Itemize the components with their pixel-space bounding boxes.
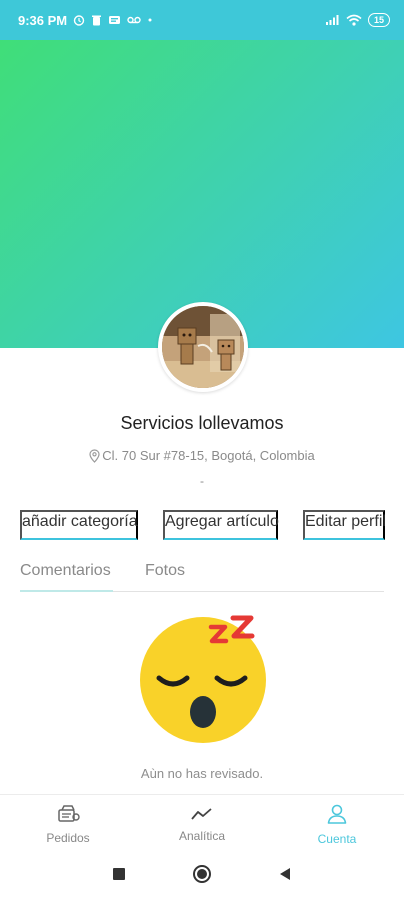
empty-state-message: Aùn no has revisado. xyxy=(140,766,264,781)
alarm-icon xyxy=(73,14,85,26)
circle-icon xyxy=(192,864,212,889)
status-bar: 9:36 PM 15 xyxy=(0,0,404,40)
bottom-navigation: Pedidos Analítica Cuenta xyxy=(0,794,404,852)
home-button[interactable] xyxy=(192,864,212,889)
location-pin-icon xyxy=(89,448,100,463)
sleeping-emoji-icon xyxy=(137,608,269,744)
profile-tabs: Comentarios Fotos xyxy=(20,556,384,592)
shop-name: Servicios lollevamos xyxy=(120,413,284,433)
analytics-icon xyxy=(190,806,214,825)
dot-icon xyxy=(147,17,153,23)
system-navigation-bar xyxy=(0,852,404,900)
address-text: Cl. 70 Sur #78-15, Bogotá, Colombia xyxy=(102,448,315,463)
notification-icon xyxy=(108,14,121,26)
battery-level: 15 xyxy=(373,14,384,25)
nav-analytics-label: Analítica xyxy=(178,828,226,843)
nav-orders[interactable]: Pedidos xyxy=(8,795,128,853)
account-icon xyxy=(326,803,348,828)
back-button[interactable] xyxy=(275,866,295,886)
trash-icon xyxy=(91,14,102,26)
nav-analytics[interactable]: Analítica xyxy=(142,795,262,853)
signal-icon xyxy=(325,14,340,26)
orders-icon xyxy=(56,804,80,827)
battery-icon: 15 xyxy=(367,13,390,27)
status-time: 9:36 PM xyxy=(18,12,68,28)
tab-comments[interactable]: Comentarios xyxy=(20,556,113,592)
voicemail-icon xyxy=(127,15,141,25)
avatar[interactable] xyxy=(158,302,248,392)
profile-actions: añadir categoría Agregar artículo Editar… xyxy=(0,510,404,542)
square-icon xyxy=(113,867,125,885)
profile-extra: - xyxy=(200,474,204,488)
back-triangle-icon xyxy=(278,867,292,886)
edit-profile-button[interactable]: Editar perfil xyxy=(303,510,386,540)
nav-account[interactable]: Cuenta xyxy=(277,795,397,853)
add-category-button[interactable]: añadir categoría xyxy=(20,510,138,540)
wifi-icon xyxy=(346,14,362,26)
avatar-image xyxy=(162,306,244,388)
nav-account-label: Cuenta xyxy=(317,831,357,846)
tab-photos[interactable]: Fotos xyxy=(145,556,185,592)
shop-address: Cl. 70 Sur #78-15, Bogotá, Colombia xyxy=(0,448,404,463)
add-item-button[interactable]: Agregar artículo xyxy=(163,510,279,540)
nav-orders-label: Pedidos xyxy=(46,830,90,845)
recents-button[interactable] xyxy=(109,866,129,886)
